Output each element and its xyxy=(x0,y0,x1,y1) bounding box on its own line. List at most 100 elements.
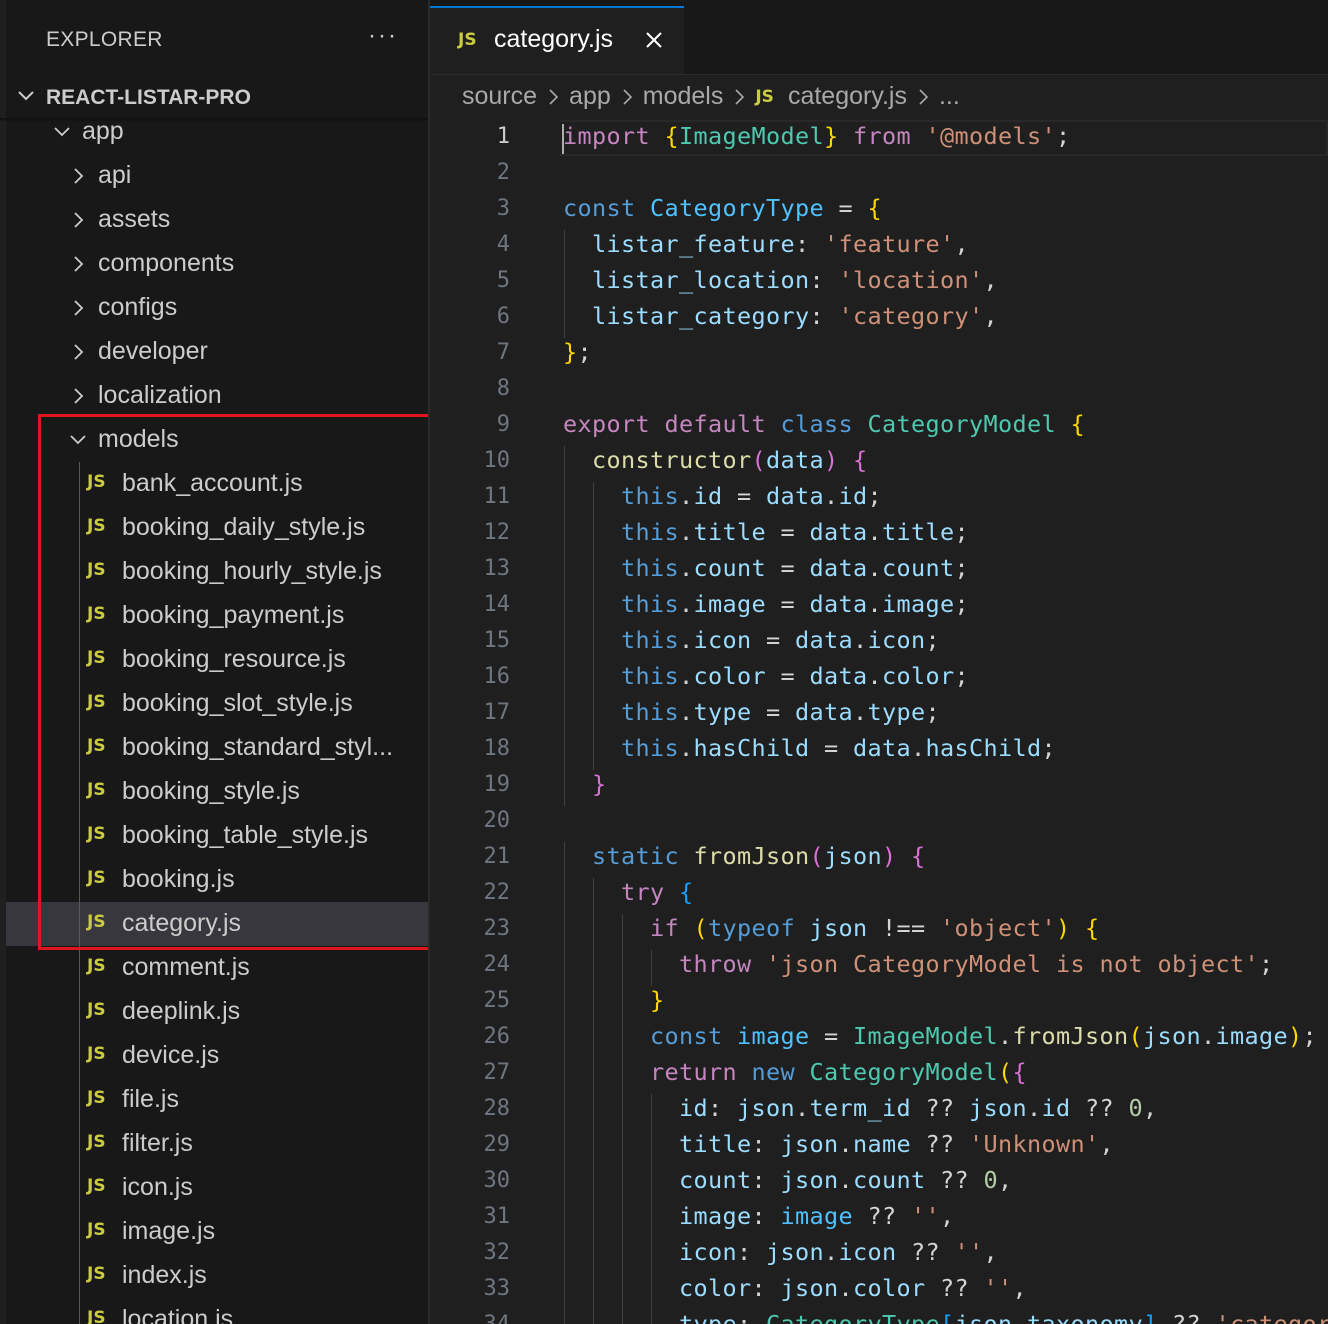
indent-guide xyxy=(621,1022,623,1058)
indent-guide xyxy=(592,950,594,986)
chevron-right-icon xyxy=(74,388,84,404)
code-line: } xyxy=(592,770,607,798)
line-number: 12 xyxy=(483,520,511,545)
tab-category-js[interactable]: JS category.js xyxy=(430,6,684,74)
file-item[interactable]: JS deeplink.js xyxy=(6,990,428,1034)
breadcrumb-app[interactable]: app xyxy=(569,82,611,111)
file-item[interactable]: JS file.js xyxy=(6,1078,428,1122)
code-line: type: CategoryType[json.taxonomy] ?? 'ca… xyxy=(679,1310,1328,1324)
file-item[interactable]: JS booking.js xyxy=(6,858,428,902)
indent-guide xyxy=(621,1238,623,1274)
file-item[interactable]: JS comment.js xyxy=(6,946,428,990)
file-item[interactable]: JS location.js xyxy=(6,1298,428,1324)
indent-guide xyxy=(564,1310,565,1324)
file-item[interactable]: JS booking_style.js xyxy=(6,770,428,814)
code-line: this.count = data.count; xyxy=(621,554,969,582)
folder-models[interactable]: models xyxy=(6,418,428,462)
close-icon[interactable] xyxy=(644,30,664,50)
file-item[interactable]: JS bank_account.js xyxy=(6,462,428,506)
chevron-down-icon xyxy=(18,91,34,101)
file-item[interactable]: JS category.js xyxy=(6,902,428,946)
folder-app[interactable]: app xyxy=(6,110,428,154)
indent-guide xyxy=(621,1130,623,1166)
js-file-icon: JS xyxy=(87,1308,106,1324)
chevron-right-icon xyxy=(74,256,84,272)
code-line: this.hasChild = data.hasChild; xyxy=(621,734,1056,762)
file-item[interactable]: JS image.js xyxy=(6,1210,428,1254)
indent-guide xyxy=(592,1202,594,1238)
indent-guide xyxy=(592,662,594,698)
code-line: title: json.name ?? 'Unknown', xyxy=(679,1130,1114,1158)
file-label: booking_daily_style.js xyxy=(122,513,366,541)
file-label: device.js xyxy=(122,1041,220,1069)
line-number: 31 xyxy=(483,1204,511,1229)
js-file-icon: JS xyxy=(458,30,477,50)
indent-guide xyxy=(564,1238,565,1274)
file-item[interactable]: JS booking_standard_styl... xyxy=(6,726,428,770)
js-file-icon: JS xyxy=(87,736,106,756)
code-line: listar_feature: 'feature', xyxy=(592,230,969,258)
indent-guide xyxy=(650,1202,652,1238)
code-line: this.image = data.image; xyxy=(621,590,969,618)
indent-guide xyxy=(564,734,565,770)
more-actions-icon[interactable]: ··· xyxy=(368,22,398,50)
breadcrumb-source[interactable]: source xyxy=(462,82,537,111)
folder-configs[interactable]: configs xyxy=(6,286,428,330)
folder-components[interactable]: components xyxy=(6,242,428,286)
breadcrumb-ellipsis[interactable]: ... xyxy=(939,82,960,111)
folder-developer[interactable]: developer xyxy=(6,330,428,374)
code-line: this.id = data.id; xyxy=(621,482,882,510)
file-label: booking_resource.js xyxy=(122,645,346,673)
line-number: 33 xyxy=(483,1276,511,1301)
indent-guide xyxy=(592,1094,594,1130)
file-item[interactable]: JS booking_resource.js xyxy=(6,638,428,682)
file-item[interactable]: JS booking_payment.js xyxy=(6,594,428,638)
file-item[interactable]: JS booking_slot_style.js xyxy=(6,682,428,726)
indent-guide xyxy=(621,914,623,950)
indent-guide xyxy=(592,698,594,734)
indent-guide xyxy=(564,878,565,914)
line-number: 32 xyxy=(483,1240,511,1265)
js-file-icon: JS xyxy=(87,824,106,844)
breadcrumb-file[interactable]: category.js xyxy=(788,82,907,111)
indent-guide xyxy=(564,662,565,698)
js-file-icon: JS xyxy=(87,604,106,624)
explorer-title: EXPLORER xyxy=(46,28,163,51)
js-file-icon: JS xyxy=(87,1220,106,1240)
tab-label: category.js xyxy=(494,25,614,53)
file-item[interactable]: JS booking_table_style.js xyxy=(6,814,428,858)
folder-api[interactable]: api xyxy=(6,154,428,198)
line-number: 27 xyxy=(483,1060,511,1085)
file-item[interactable]: JS index.js xyxy=(6,1254,428,1298)
file-item[interactable]: JS icon.js xyxy=(6,1166,428,1210)
indent-guide xyxy=(592,986,594,1022)
code-editor[interactable]: 1 2 3 4 5 6 7 8 9 10 11 12 13 14 15 16 17 18 19 20 21 22 23 24 2… xyxy=(430,120,1328,1324)
line-number: 17 xyxy=(483,700,511,725)
breadcrumb-models[interactable]: models xyxy=(643,82,724,111)
line-number: 30 xyxy=(483,1168,511,1193)
project-name: REACT-LISTAR-PRO xyxy=(46,86,251,109)
chevron-right-icon xyxy=(74,212,84,228)
folder-assets[interactable]: assets xyxy=(6,198,428,242)
indent-guide xyxy=(592,518,594,554)
file-item[interactable]: JS booking_daily_style.js xyxy=(6,506,428,550)
indent-guide xyxy=(592,734,594,770)
folder-label: app xyxy=(82,117,124,145)
js-file-icon: JS xyxy=(87,472,106,492)
chevron-right-icon xyxy=(623,88,632,105)
file-item[interactable]: JS booking_hourly_style.js xyxy=(6,550,428,594)
file-label: booking_style.js xyxy=(122,777,300,805)
file-item[interactable]: JS device.js xyxy=(6,1034,428,1078)
file-item[interactable]: JS filter.js xyxy=(6,1122,428,1166)
code-line: throw 'json CategoryModel is not object'… xyxy=(679,950,1274,978)
file-label: booking_payment.js xyxy=(122,601,345,629)
file-label: location.js xyxy=(122,1305,234,1324)
indent-guide xyxy=(650,950,652,986)
file-label: booking_standard_styl... xyxy=(122,733,394,761)
indent-guide xyxy=(564,482,565,518)
js-file-icon: JS xyxy=(87,956,106,976)
folder-localization[interactable]: localization xyxy=(6,374,428,418)
indent-guide xyxy=(621,1202,623,1238)
indent-guide xyxy=(621,950,623,986)
indent-guide xyxy=(650,1130,652,1166)
